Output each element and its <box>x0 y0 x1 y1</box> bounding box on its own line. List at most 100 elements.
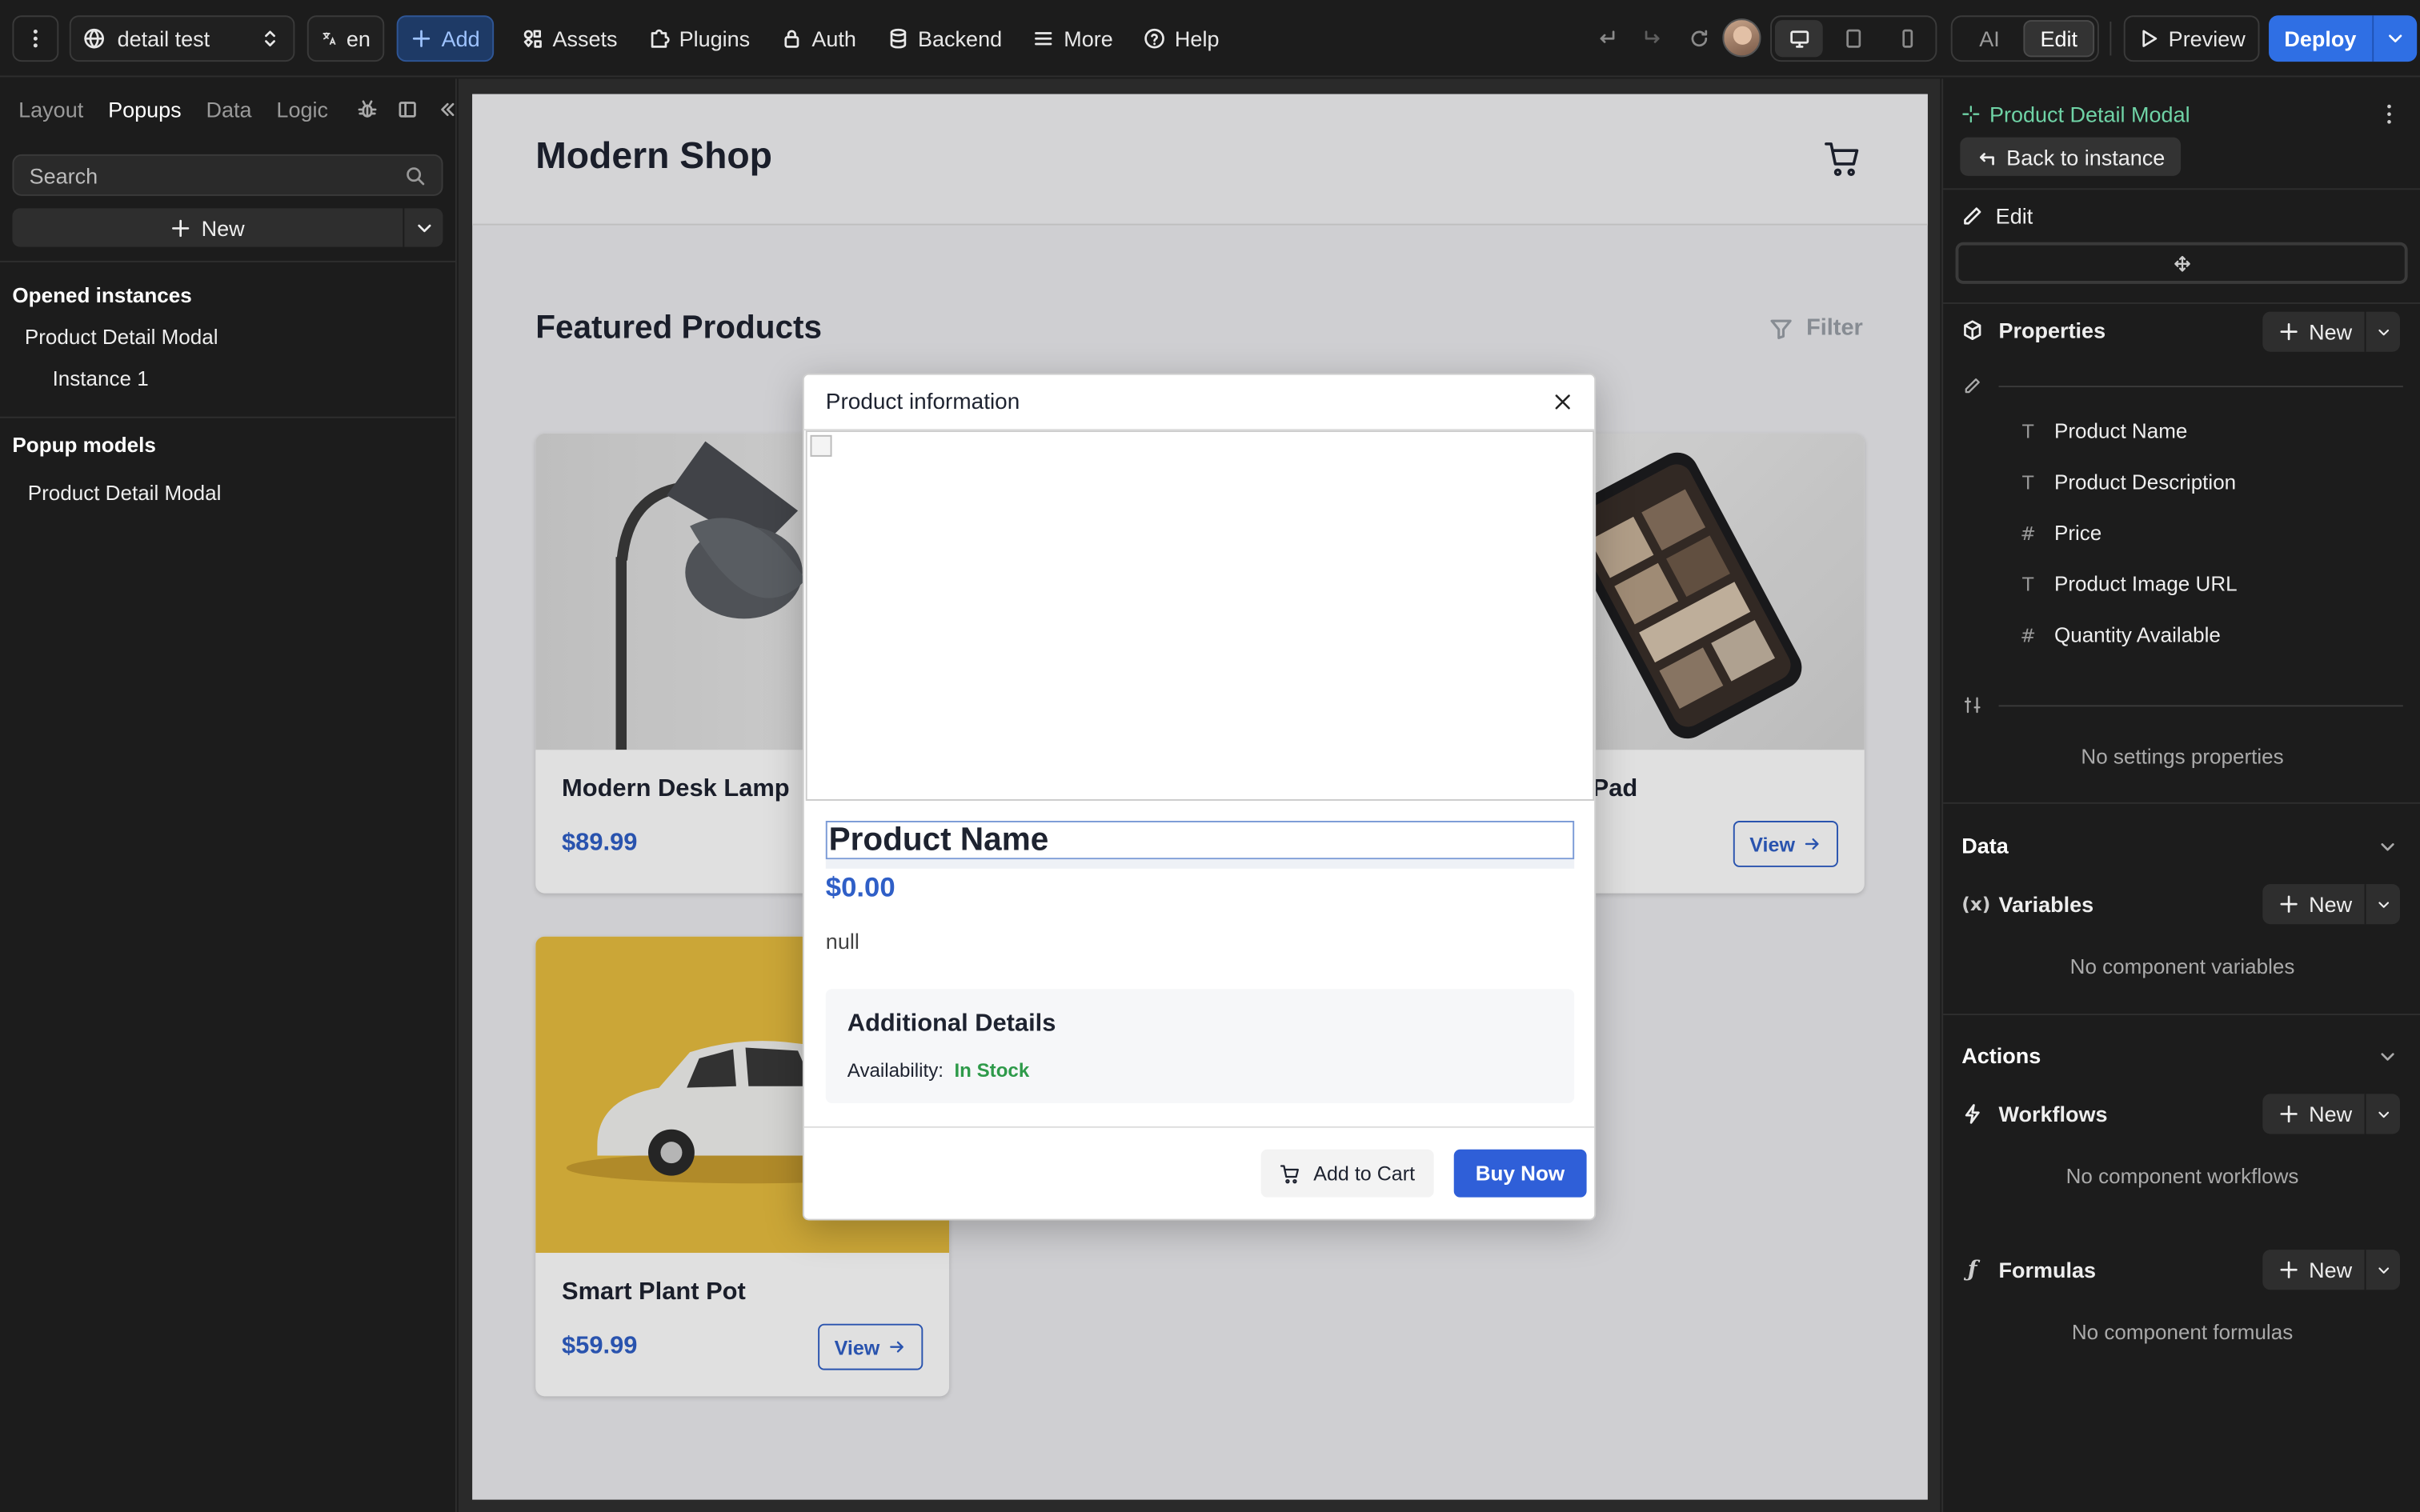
new-variable-button[interactable]: New <box>2262 884 2366 925</box>
new-workflow-button-group: New <box>2262 1094 2400 1134</box>
buy-now-button[interactable]: Buy Now <box>1453 1149 1587 1198</box>
mobile-view-button[interactable] <box>1884 20 1932 57</box>
additional-details-box: Additional Details Availability: In Stoc… <box>825 989 1575 1103</box>
preview-button[interactable]: Preview <box>2123 15 2260 62</box>
plugins-label: Plugins <box>679 26 751 51</box>
chevron-down-icon[interactable] <box>2377 836 2398 858</box>
availability-label: Availability: <box>847 1059 944 1082</box>
desktop-view-button[interactable] <box>1774 20 1824 58</box>
assets-button[interactable]: Assets <box>509 15 629 62</box>
undo-button[interactable] <box>1587 15 1627 62</box>
add-button[interactable]: Add <box>396 15 495 62</box>
chevron-up-down-icon <box>265 30 275 47</box>
popup-models-title: Popup models <box>12 433 156 457</box>
variables-label: Variables <box>1998 891 2094 917</box>
tab-logic[interactable]: Logic <box>264 98 340 122</box>
new-property-button[interactable]: New <box>2262 311 2366 352</box>
tablet-icon <box>1846 29 1861 48</box>
property-label: Price <box>2053 521 2102 545</box>
panel-layout-icon[interactable] <box>396 98 418 120</box>
language-code: en <box>346 26 371 51</box>
device-switcher <box>1770 15 1937 62</box>
new-label: New <box>2309 1257 2353 1282</box>
chevron-down-icon[interactable] <box>2377 1046 2398 1068</box>
sidebar-tabs: Layout Popups Data Logic <box>0 78 455 140</box>
opened-instance-item[interactable]: Product Detail Modal <box>0 326 455 349</box>
auth-button[interactable]: Auth <box>768 15 868 62</box>
redo-button[interactable] <box>1633 15 1673 62</box>
properties-header: Properties <box>1961 318 2105 342</box>
user-avatar[interactable] <box>1722 18 1761 58</box>
new-property-options-button[interactable] <box>2366 312 2400 352</box>
property-item[interactable]: T Product Name <box>2021 419 2188 443</box>
text-type-icon: T <box>2022 471 2034 494</box>
bug-icon[interactable] <box>356 98 378 120</box>
search-placeholder: Search <box>29 162 98 188</box>
new-popup-options-button[interactable] <box>403 208 443 247</box>
more-options-icon[interactable] <box>2380 103 2398 125</box>
edit-mode-button[interactable]: Edit <box>2023 20 2095 58</box>
refresh-button[interactable] <box>1679 15 1719 62</box>
new-workflow-button[interactable]: New <box>2262 1094 2366 1134</box>
more-button[interactable]: More <box>1020 15 1125 62</box>
add-to-cart-button[interactable]: Add to Cart <box>1260 1149 1434 1198</box>
property-item[interactable]: T Product Description <box>2021 470 2236 494</box>
new-formula-button[interactable]: New <box>2262 1250 2366 1290</box>
actions-section-title[interactable]: Actions <box>1961 1043 2041 1068</box>
globe-icon <box>84 28 104 49</box>
new-label: New <box>2309 319 2353 345</box>
collapse-sidebar-icon[interactable] <box>436 98 458 120</box>
new-popup-button[interactable]: New <box>12 215 403 240</box>
top-bar: detail test en Add Assets Plugins Auth B… <box>0 0 2420 78</box>
site-selector[interactable]: detail test <box>69 15 295 62</box>
ai-mode-button[interactable]: AI <box>1956 20 2024 57</box>
new-variable-options-button[interactable] <box>2366 884 2400 924</box>
search-icon <box>407 166 425 185</box>
kebab-icon <box>33 30 38 48</box>
new-formula-options-button[interactable] <box>2366 1250 2400 1290</box>
return-icon <box>1980 152 1994 165</box>
product-description: null <box>825 929 859 954</box>
plus-icon <box>412 30 431 47</box>
tab-data[interactable]: Data <box>194 98 264 122</box>
plugin-icon <box>651 29 670 48</box>
site-name: detail test <box>117 26 210 51</box>
help-button[interactable]: Help <box>1132 15 1232 62</box>
instance-item[interactable]: Instance 1 <box>0 367 455 390</box>
pencil-icon <box>1965 378 1980 394</box>
new-popup-label: New <box>201 215 245 240</box>
new-workflow-options-button[interactable] <box>2366 1094 2400 1134</box>
property-item[interactable]: T Product Image URL <box>2021 573 2238 596</box>
property-label: Product Name <box>2053 419 2188 443</box>
lock-icon <box>784 30 799 48</box>
back-to-instance-button[interactable]: Back to instance <box>1960 137 2181 176</box>
product-image-placeholder <box>805 430 1595 801</box>
chevron-down-icon <box>2378 328 2389 335</box>
product-name-heading[interactable]: Product Name <box>825 821 1575 860</box>
mode-switcher: AI Edit <box>1950 15 2099 62</box>
tab-layout[interactable]: Layout <box>6 98 96 122</box>
tab-popups[interactable]: Popups <box>96 98 194 122</box>
popup-model-item[interactable]: Product Detail Modal <box>0 482 455 505</box>
backend-button[interactable]: Backend <box>875 15 1015 62</box>
main-menu-button[interactable] <box>12 15 59 62</box>
chevron-down-icon <box>2378 1110 2389 1118</box>
data-section-title[interactable]: Data <box>1961 833 2009 858</box>
tablet-view-button[interactable] <box>1829 20 1877 57</box>
property-item[interactable]: # Quantity Available <box>2021 623 2221 646</box>
language-selector[interactable]: en <box>307 15 385 62</box>
close-icon[interactable] <box>1553 392 1573 412</box>
opened-instances-title: Opened instances <box>12 283 192 307</box>
search-input[interactable]: Search <box>12 154 443 196</box>
edit-drop-area[interactable] <box>1955 242 2408 284</box>
sidebar-tools <box>356 98 458 120</box>
add-to-cart-label: Add to Cart <box>1313 1162 1416 1186</box>
deploy-button[interactable]: Deploy <box>2269 15 2374 62</box>
new-label: New <box>2309 1102 2353 1126</box>
property-item[interactable]: # Price <box>2021 522 2102 545</box>
deploy-button-group: Deploy <box>2269 15 2417 62</box>
deploy-options-button[interactable] <box>2374 15 2417 62</box>
plugins-button[interactable]: Plugins <box>636 15 763 62</box>
help-label: Help <box>1174 26 1220 51</box>
sidebar-divider <box>0 416 455 418</box>
